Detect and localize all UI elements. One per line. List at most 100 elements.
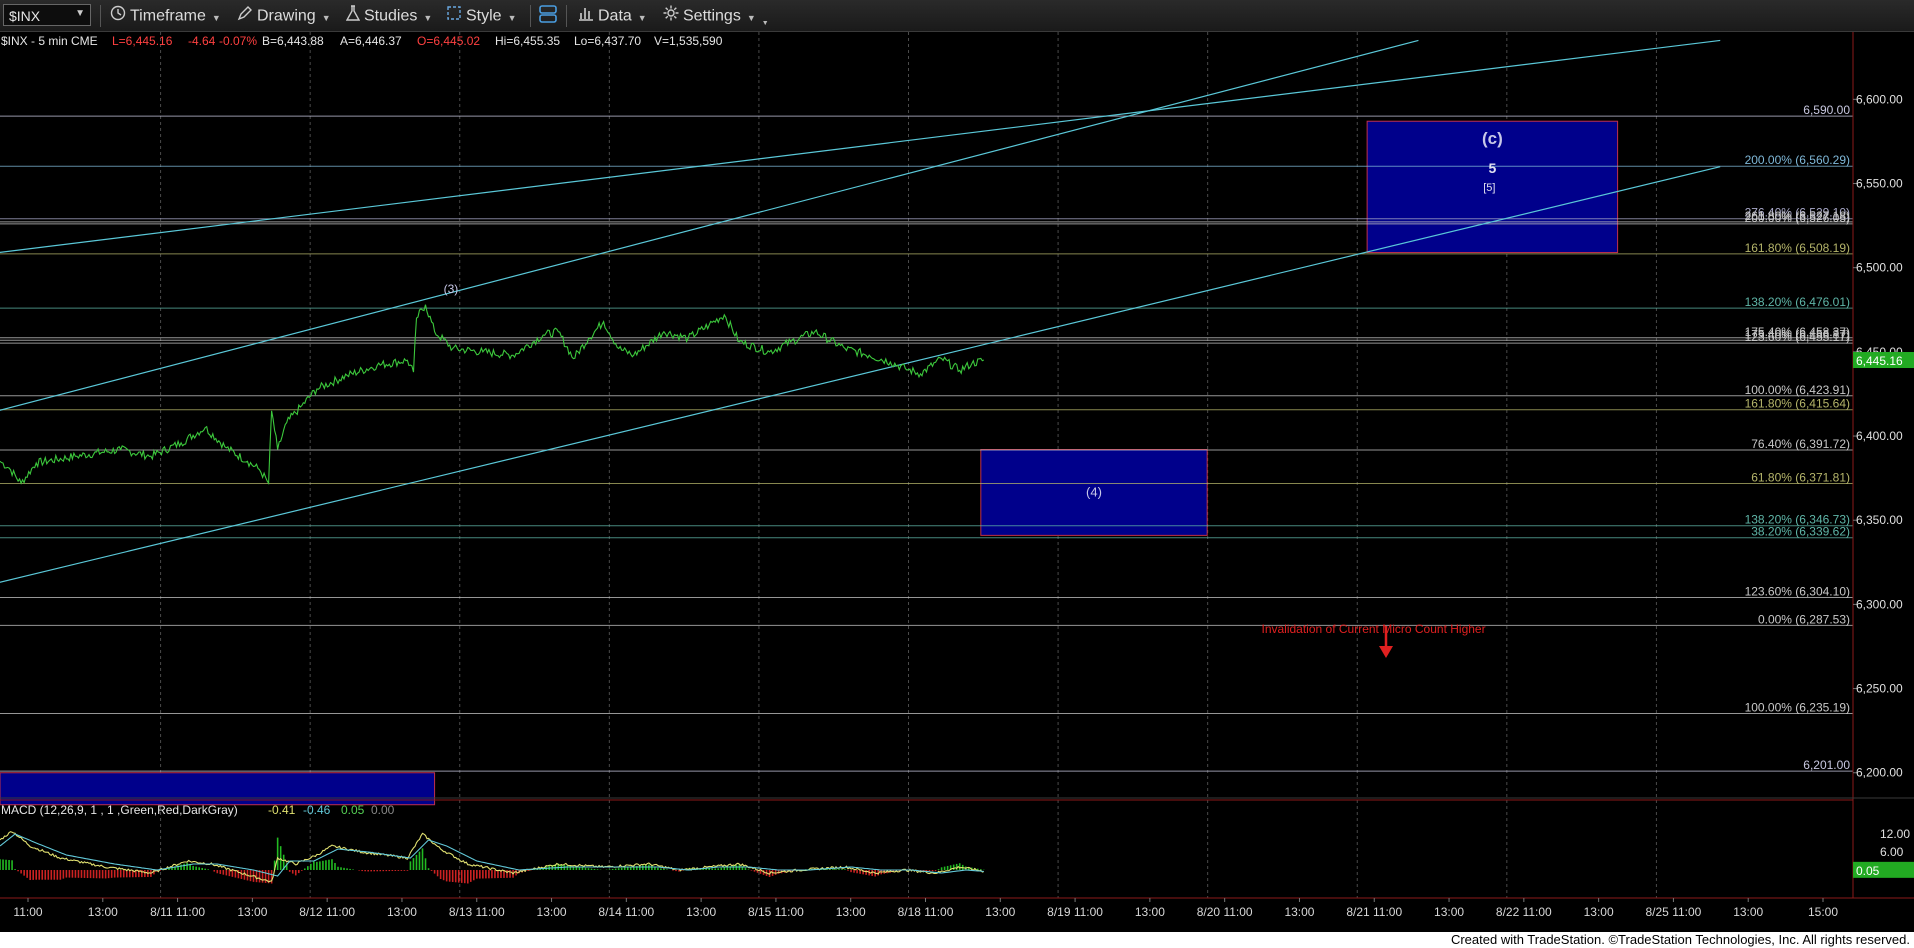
macd-title: MACD (12,26,9, 1 , 1 ,Green,Red,DarkGray… bbox=[1, 803, 238, 817]
time-axis-label: 8/21 11:00 bbox=[1346, 905, 1402, 919]
price-axis-label: 6,400.00 bbox=[1856, 429, 1903, 443]
fib-level-label: 76.40% (6,391.72) bbox=[1751, 437, 1850, 451]
pencil-icon bbox=[237, 5, 253, 28]
settings-label: Settings bbox=[683, 7, 741, 25]
fib-level-label: 123.60% (6,455.17) bbox=[1745, 330, 1850, 344]
fib-level-label: 138.20% (6,476.01) bbox=[1745, 295, 1850, 309]
time-axis-label: 13:00 bbox=[387, 905, 417, 919]
header-bid: B=6,443.88 bbox=[262, 34, 324, 48]
chevron-down-icon: ▼ bbox=[211, 12, 221, 23]
layout-button[interactable] bbox=[538, 5, 562, 27]
gear-icon bbox=[663, 5, 679, 28]
timeframe-button[interactable]: Timeframe ▼ bbox=[110, 5, 221, 27]
fib-level-label: 6,201.00 bbox=[1803, 758, 1850, 772]
time-axis-label: 13:00 bbox=[1284, 905, 1314, 919]
clock-icon bbox=[110, 5, 126, 28]
header-ask: A=6,446.37 bbox=[340, 34, 402, 48]
header-high: Hi=6,455.35 bbox=[495, 34, 560, 48]
toolbar-separator bbox=[100, 5, 101, 27]
price-axis-label: 6,250.00 bbox=[1856, 682, 1903, 696]
fib-level-label: 200.00% (6,526.05) bbox=[1745, 211, 1850, 225]
studies-button[interactable]: Studies ▼ bbox=[345, 5, 432, 28]
header-low: Lo=6,437.70 bbox=[574, 34, 641, 48]
macd-value-signal: -0.46 bbox=[303, 803, 331, 817]
style-label: Style bbox=[466, 7, 502, 25]
invalidation-note: Invalidation of Current Micro Count High… bbox=[1261, 622, 1485, 636]
time-axis-label: 11:00 bbox=[13, 905, 42, 919]
copyright-text: Created with TradeStation. ©TradeStation… bbox=[1450, 932, 1910, 947]
timeframe-label: Timeframe bbox=[130, 7, 206, 25]
settings-button[interactable]: Settings ▼ ▼ bbox=[663, 5, 769, 27]
header-change: -4.64 bbox=[188, 34, 216, 48]
macd-value-zero: 0.00 bbox=[371, 803, 395, 817]
drawing-button[interactable]: Drawing ▼ bbox=[237, 5, 331, 27]
layout-icon bbox=[538, 5, 558, 30]
wave-label: 5 bbox=[1488, 160, 1496, 176]
wave-label: (c) bbox=[1482, 129, 1503, 148]
wave-label: (3) bbox=[444, 282, 459, 296]
chevron-down-icon: ▼ bbox=[507, 12, 517, 23]
price-axis-label: 6,300.00 bbox=[1856, 597, 1903, 611]
chart-area[interactable]: 6,590.00200.00% (6,560.29)276.40% (6,529… bbox=[0, 32, 1914, 930]
time-axis-label: 13:00 bbox=[1733, 905, 1763, 919]
chevron-down-icon[interactable]: ▼ bbox=[75, 8, 85, 19]
fib-level-label: 38.20% (6,339.62) bbox=[1751, 525, 1850, 539]
drawing-label: Drawing bbox=[257, 7, 316, 25]
macd-value-hist: 0.05 bbox=[341, 803, 365, 817]
time-axis-label: 13:00 bbox=[836, 905, 866, 919]
fib-level-label: 61.80% (6,371.81) bbox=[1751, 471, 1850, 485]
header-symbol: $INX - 5 min CME bbox=[1, 34, 98, 48]
time-axis-label: 13:00 bbox=[1584, 905, 1614, 919]
wave-label: [5] bbox=[1483, 182, 1495, 194]
header-change-pct: -0.07% bbox=[219, 34, 257, 48]
studies-label: Studies bbox=[364, 7, 418, 25]
time-axis-label: 13:00 bbox=[1434, 905, 1464, 919]
macd-last-label: 0.05 bbox=[1856, 864, 1880, 878]
toolbar-separator bbox=[530, 5, 531, 27]
time-axis-label: 13:00 bbox=[686, 905, 716, 919]
fib-level-label: 161.80% (6,415.64) bbox=[1745, 397, 1850, 411]
fib-level-label: 100.00% (6,235.19) bbox=[1745, 701, 1850, 715]
flask-icon bbox=[345, 5, 361, 28]
footer: Created with TradeStation. ©TradeStation… bbox=[0, 932, 1914, 948]
chevron-down-icon: ▼ bbox=[637, 12, 647, 23]
price-axis-label: 6,500.00 bbox=[1856, 261, 1903, 275]
time-axis-label: 8/12 11:00 bbox=[299, 905, 355, 919]
price-axis-label: 6,200.00 bbox=[1856, 766, 1903, 780]
time-axis-label: 8/20 11:00 bbox=[1197, 905, 1253, 919]
last-price-label: 6,445.16 bbox=[1856, 354, 1903, 368]
style-icon bbox=[446, 5, 462, 28]
price-axis-label: 6,350.00 bbox=[1856, 513, 1903, 527]
fib-level-label: 0.00% (6,287.53) bbox=[1758, 612, 1850, 626]
time-axis-label: 13:00 bbox=[237, 905, 267, 919]
wave-label: (4) bbox=[1086, 484, 1102, 499]
time-axis-label: 13:00 bbox=[88, 905, 118, 919]
time-axis-label: 8/13 11:00 bbox=[449, 905, 505, 919]
time-axis-label: 13:00 bbox=[537, 905, 567, 919]
fib-level-label: 200.00% (6,560.29) bbox=[1745, 153, 1850, 167]
macd-value-macd: -0.41 bbox=[268, 803, 296, 817]
toolbar: $INX ▼ Timeframe ▼ Drawing ▼ Studies ▼ Styl… bbox=[0, 0, 1914, 32]
style-button[interactable]: Style ▼ bbox=[446, 5, 517, 27]
fib-level-label: 6,590.00 bbox=[1803, 103, 1850, 117]
symbol-input[interactable]: $INX ▼ bbox=[3, 4, 91, 26]
chevron-down-icon: ▼ bbox=[321, 12, 331, 23]
time-axis-label: 8/11 11:00 bbox=[150, 905, 205, 919]
macd-axis-label: 12.00 bbox=[1880, 827, 1910, 841]
header-open: O=6,445.02 bbox=[417, 34, 480, 48]
price-axis-label: 6,600.00 bbox=[1856, 92, 1903, 106]
chevron-down-icon: ▼ bbox=[761, 19, 769, 27]
macd-axis-label: 6.00 bbox=[1880, 845, 1904, 859]
chevron-down-icon: ▼ bbox=[746, 12, 756, 23]
time-axis-label: 13:00 bbox=[985, 905, 1015, 919]
header-last: L=6,445.16 bbox=[112, 34, 173, 48]
time-axis-label: 8/22 11:00 bbox=[1496, 905, 1552, 919]
time-axis-label: 8/19 11:00 bbox=[1047, 905, 1103, 919]
fib-level-label: 100.00% (6,423.91) bbox=[1745, 383, 1850, 397]
header-volume: V=1,535,590 bbox=[654, 34, 723, 48]
toolbar-separator bbox=[566, 5, 567, 27]
time-axis-label: 8/18 11:00 bbox=[898, 905, 954, 919]
data-label: Data bbox=[598, 7, 632, 25]
time-axis-label: 15:00 bbox=[1808, 905, 1838, 919]
data-button[interactable]: Data ▼ bbox=[578, 5, 647, 27]
